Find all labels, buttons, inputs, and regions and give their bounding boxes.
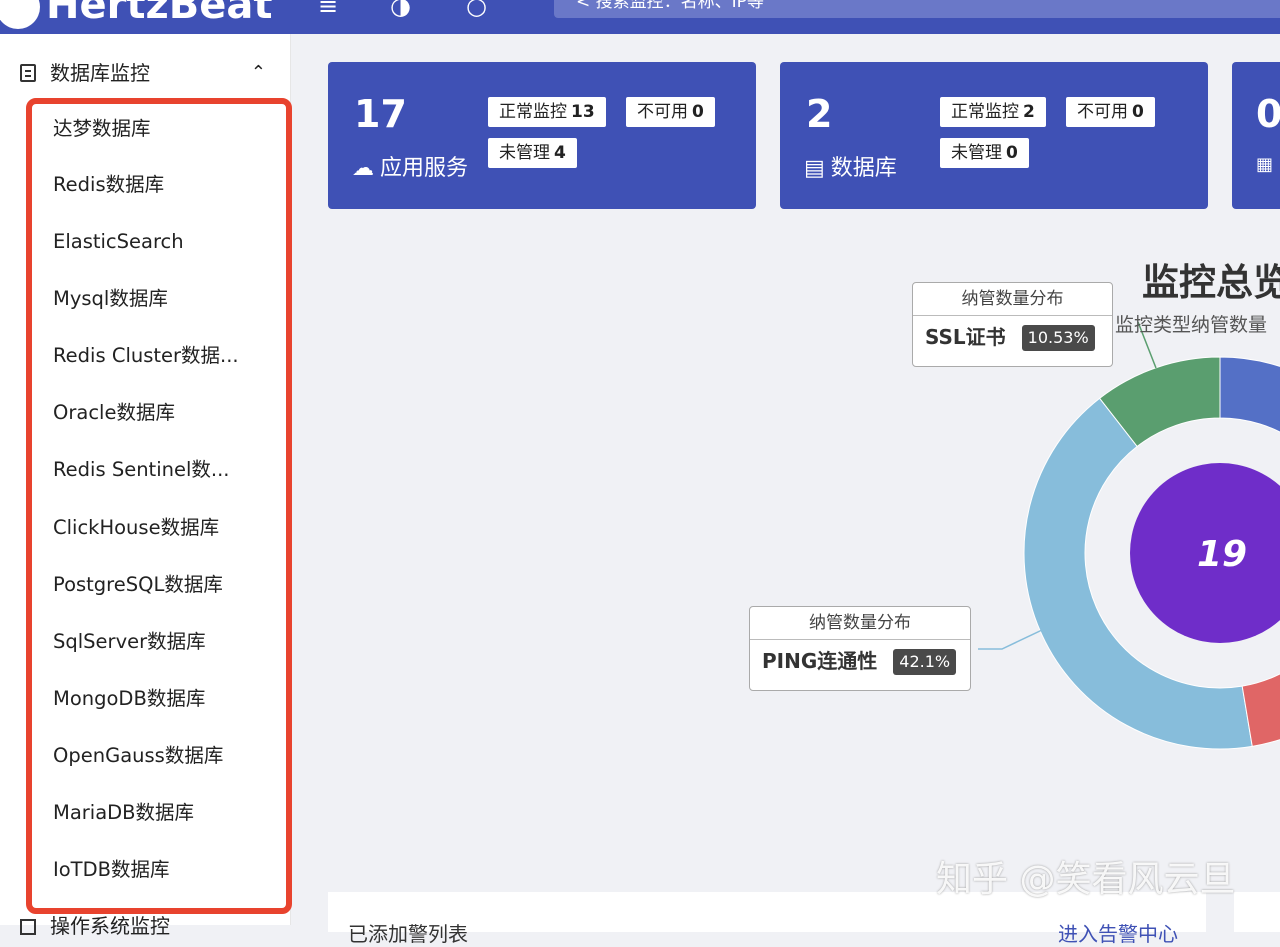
monitor-donut-chart: 19 [978, 321, 1280, 750]
tooltip-body: SSL证书 10.53% [925, 321, 1095, 351]
tooltip-header: 纳管数量分布 [913, 283, 1112, 316]
overview-title: 监控总览 [1142, 261, 1280, 304]
alert-list-title: 已添加警列表 [348, 922, 468, 946]
tooltip-name: SSL证书 [925, 325, 1006, 349]
tooltip-ssl: 纳管数量分布 SSL证书 10.53% [912, 282, 1113, 367]
tooltip-percent: 10.53% [1021, 325, 1095, 351]
tooltip-percent: 42.1% [893, 649, 957, 675]
alert-center-link[interactable]: 进入告警中心 [1058, 918, 1178, 947]
donut-slice-other[interactable] [1219, 356, 1280, 442]
tooltip-name: PING连通性 [762, 649, 878, 673]
ping-label-line [978, 629, 1043, 650]
tooltip-body: PING连通性 42.1% [762, 645, 957, 675]
overview-subtitle: 监控类型纳管数量 [1115, 314, 1268, 336]
tooltip-header: 纳管数量分布 [750, 607, 970, 640]
tooltip-ping: 纳管数量分布 PING连通性 42.1% [749, 606, 971, 691]
watermark: 知乎 @笑看风云旦 [936, 859, 1236, 900]
center-total: 19 [1197, 534, 1247, 575]
side-panel [1234, 892, 1280, 932]
